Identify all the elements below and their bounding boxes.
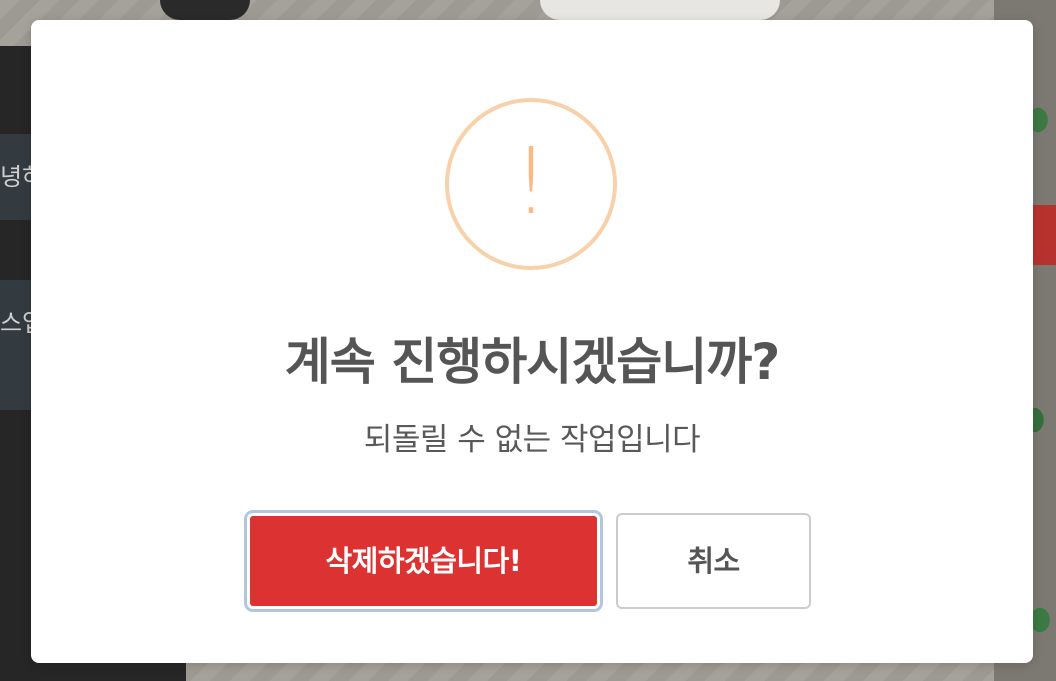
exclamation-mark: ! [512, 128, 550, 236]
confirm-dialog: ! 계속 진행하시겠습니까? 되돌릴 수 없는 작업입니다 삭제하겠습니다! 취… [31, 20, 1033, 663]
background-decoration [1030, 205, 1056, 265]
dialog-title: 계속 진행하시겠습니까? [284, 333, 780, 391]
background-image [160, 0, 250, 20]
exclamation-circle-icon: ! [445, 98, 617, 270]
cancel-button[interactable]: 취소 [616, 513, 811, 609]
dialog-message: 되돌릴 수 없는 작업입니다 [363, 422, 701, 458]
dialog-actions: 삭제하겠습니다! 취소 [31, 513, 1033, 613]
confirm-delete-button[interactable]: 삭제하겠습니다! [247, 513, 600, 609]
background-image [540, 0, 780, 20]
